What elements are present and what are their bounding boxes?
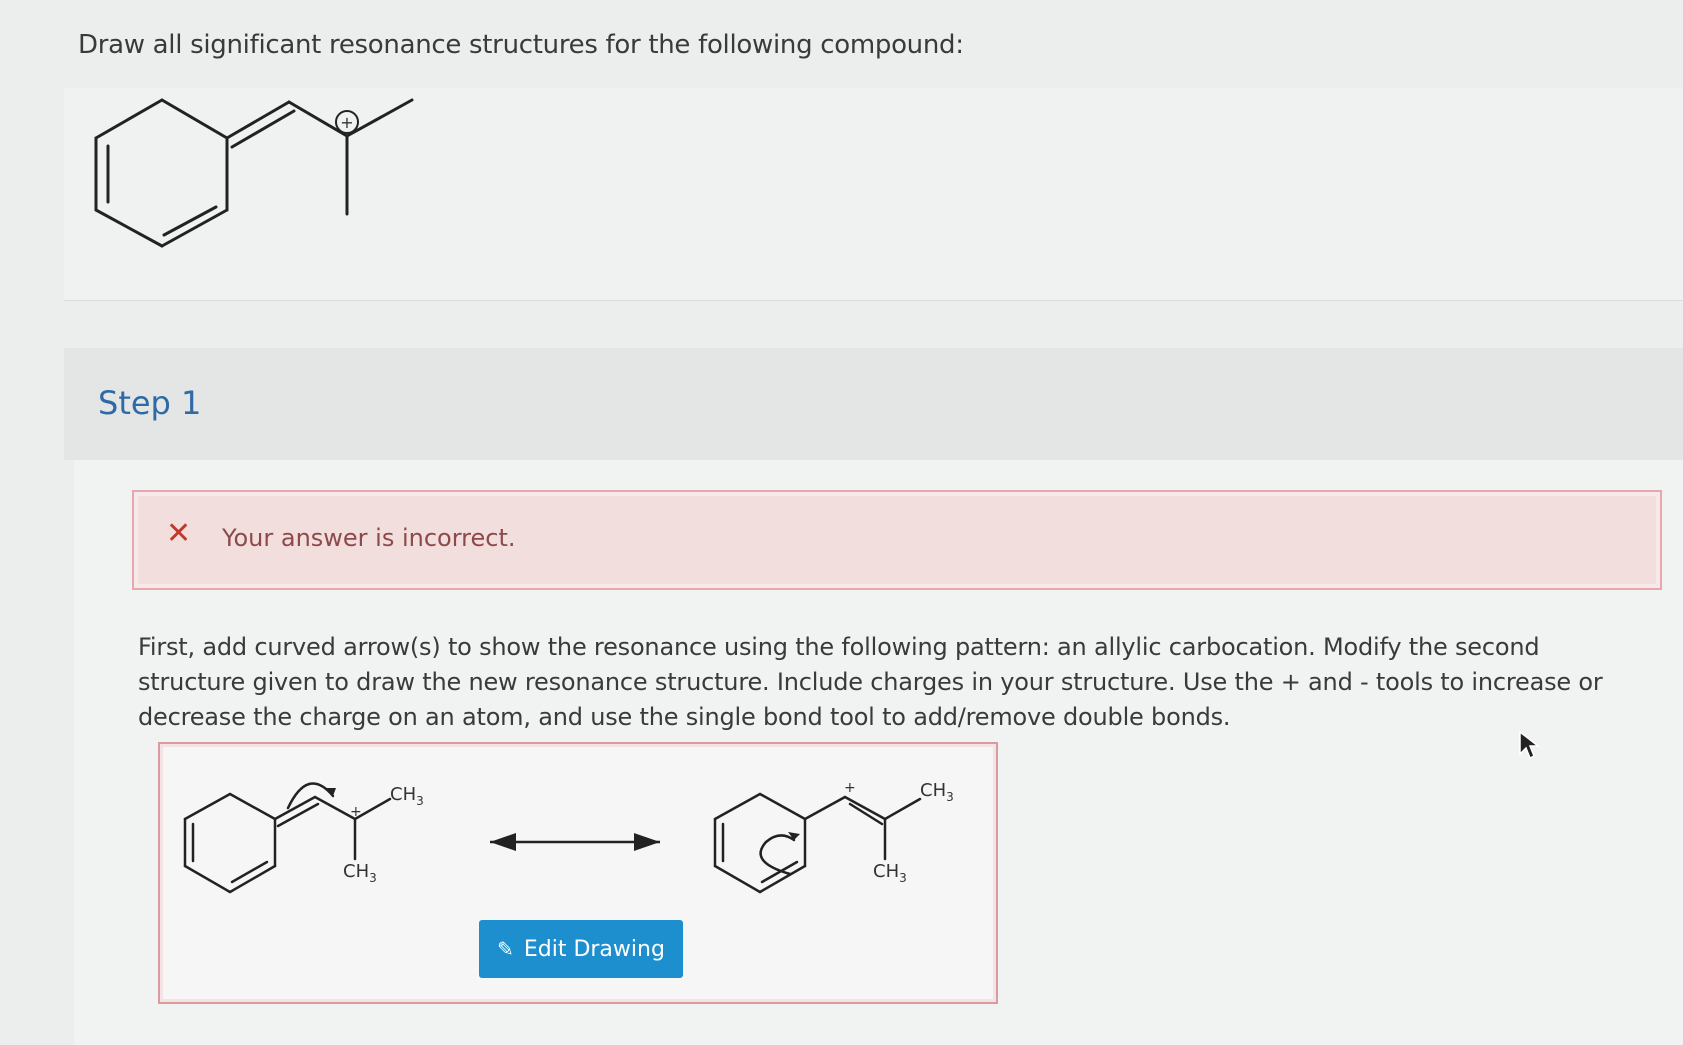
structure-2-methyl-bottom: CH3 <box>873 861 907 885</box>
compound-structure-svg: + <box>94 98 414 248</box>
step-title: Step 1 <box>98 384 202 422</box>
step-header: Step 1 <box>64 348 1683 460</box>
structure-2-charge: + <box>844 780 856 796</box>
mouse-cursor-icon <box>1519 730 1540 760</box>
error-banner: ✕ Your answer is incorrect. <box>132 490 1662 590</box>
question-text: Draw all significant resonance structure… <box>78 30 964 60</box>
question-structure: + <box>64 88 1683 301</box>
instructions-text: First, add curved arrow(s) to show the r… <box>138 633 1603 731</box>
resonance-arrow <box>490 833 660 851</box>
pencil-icon: ✎ <box>497 937 514 961</box>
error-message: Your answer is incorrect. <box>222 524 516 552</box>
structure-1-methyl-bottom: CH3 <box>343 861 377 885</box>
structure-2-methyl-top: CH3 <box>920 780 954 804</box>
edit-drawing-button[interactable]: ✎ Edit Drawing <box>479 920 683 978</box>
charge-symbol: + <box>340 113 353 132</box>
answer-drawing-box[interactable]: + CH3 CH3 + CH3 CH3 ✎ Edit Drawing <box>158 742 998 1004</box>
edit-drawing-label: Edit Drawing <box>523 936 665 962</box>
structure-1-charge: + <box>350 804 362 820</box>
structure-1-methyl-top: CH3 <box>390 784 424 808</box>
x-icon: ✕ <box>166 516 192 551</box>
